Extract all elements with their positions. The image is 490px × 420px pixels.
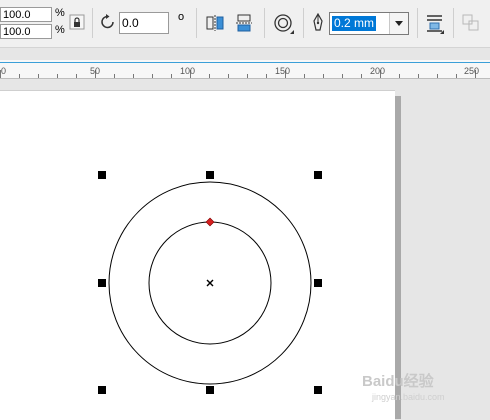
selection-handle-top-left[interactable] <box>98 171 106 179</box>
selection-handle-top[interactable] <box>206 171 214 179</box>
selection-handle-right[interactable] <box>314 279 322 287</box>
selection-handle-bottom-right[interactable] <box>314 386 322 394</box>
watermark-url: jingyan.baidu.com <box>372 392 445 402</box>
selected-ring-object[interactable] <box>0 0 490 419</box>
selection-handle-bottom-left[interactable] <box>98 386 106 394</box>
center-cross-icon <box>206 279 214 287</box>
selection-handle-left[interactable] <box>98 279 106 287</box>
selection-handle-top-right[interactable] <box>314 171 322 179</box>
node-handle-icon[interactable] <box>205 217 215 227</box>
watermark-logo: Baidu经验 <box>362 373 434 390</box>
selection-handle-bottom[interactable] <box>206 386 214 394</box>
